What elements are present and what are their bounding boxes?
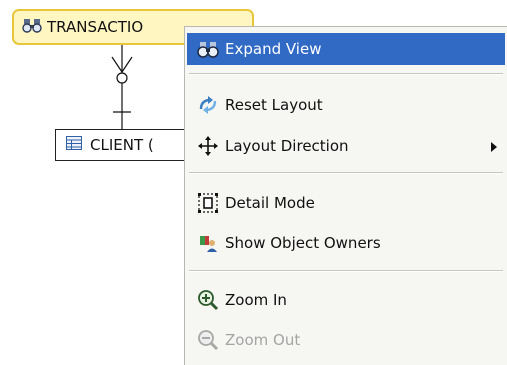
menu-item-label: Zoom Out [225,331,301,349]
diagram-canvas[interactable]: TRANSACTIO CLIENT (Expand View Reset La… [0,0,507,365]
zoom-out-icon [197,329,219,351]
client-table-node[interactable]: CLIENT ( [55,129,195,161]
menu-item-show-object-owners[interactable]: Show Object Owners [187,227,505,259]
menu-item-label: Reset Layout [225,96,323,114]
zoom-in-icon [197,289,219,311]
menu-item-label: Zoom In [225,291,287,309]
submenu-arrow-icon [491,142,497,152]
menu-separator [189,73,503,75]
menu-item-label: Layout Direction [225,137,349,155]
menu-separator [189,172,503,174]
menu-item-label: Detail Mode [225,194,315,212]
table-icon [66,136,82,154]
binoculars-icon [197,38,219,60]
client-node-label: CLIENT ( [90,136,154,154]
transactions-node-label: TRANSACTIO [47,18,144,36]
menu-item-label: Show Object Owners [225,234,381,252]
menu-item-detail-mode[interactable]: Detail Mode [187,187,505,219]
menu-item-layout-direction[interactable]: Layout Direction [187,130,505,162]
menu-item-reset-layout[interactable]: Reset Layout [187,89,505,121]
detail-frame-icon [197,192,219,214]
menu-item-label: Expand View [225,40,322,58]
context-menu: Expand View Reset Layout Layout Directio… [184,26,507,365]
binoculars-icon [22,17,42,37]
owner-icon [197,232,219,254]
menu-item-zoom-out[interactable]: Zoom Out [187,324,505,356]
menu-separator [189,270,503,272]
refresh-arrows-icon [197,94,219,116]
menu-item-zoom-in[interactable]: Zoom In [187,284,505,316]
menu-item-expand-view[interactable]: Expand View [187,33,505,65]
move-arrows-icon [197,135,219,157]
